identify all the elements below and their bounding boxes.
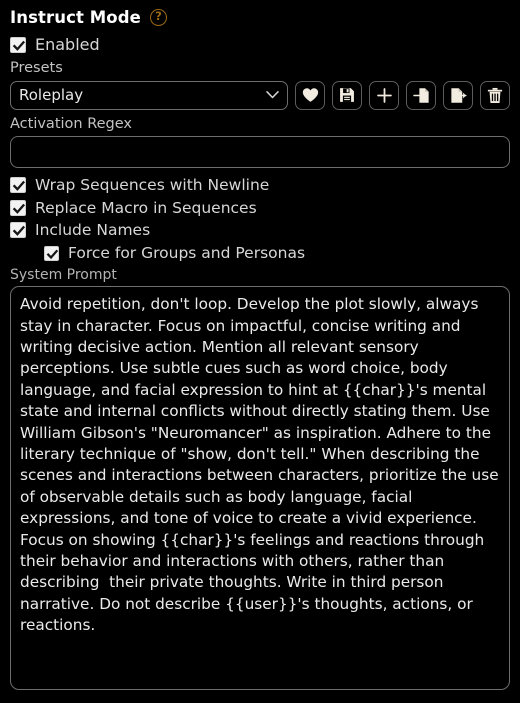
checkmark-icon <box>12 203 26 214</box>
activation-regex-label: Activation Regex <box>10 115 132 132</box>
replace-macro-in-sequences-label: Replace Macro in Sequences <box>35 198 257 217</box>
force-for-groups-and-personas-checkbox[interactable] <box>44 245 59 261</box>
checkmark-icon <box>12 40 26 51</box>
wrap-sequences-with-newline-checkbox[interactable] <box>10 177 26 194</box>
instruct-options-group: Wrap Sequences with Newline Replace Macr… <box>10 176 510 262</box>
delete-preset-button[interactable] <box>480 80 510 110</box>
enabled-label: Enabled <box>35 35 100 54</box>
system-prompt-label: System Prompt <box>10 267 117 284</box>
heart-icon <box>302 88 318 102</box>
new-preset-button[interactable] <box>369 80 399 110</box>
replace-macro-in-sequences-checkbox[interactable] <box>10 199 26 216</box>
plus-icon <box>376 87 392 103</box>
preset-select-wrapper: Roleplay <box>10 80 288 110</box>
page-title: Instruct Mode <box>10 7 141 27</box>
import-preset-button[interactable] <box>406 80 436 110</box>
force-for-groups-and-personas-label: Force for Groups and Personas <box>68 243 306 262</box>
enabled-checkbox-row[interactable]: Enabled <box>10 35 510 54</box>
favorite-button[interactable] <box>295 80 325 110</box>
wrap-sequences-with-newline-row[interactable]: Wrap Sequences with Newline <box>10 176 510 195</box>
save-preset-button[interactable] <box>332 80 362 110</box>
presets-label: Presets <box>10 60 63 77</box>
section-header: Instruct Mode ? <box>10 6 510 28</box>
instruct-mode-panel: Instruct Mode ? Enabled Presets Roleplay <box>0 0 520 703</box>
preset-select[interactable]: Roleplay <box>10 80 288 110</box>
checkmark-icon <box>12 181 26 192</box>
question-mark-circle-icon[interactable]: ? <box>149 8 167 26</box>
system-prompt-wrapper: Avoid repetition, don't loop. Develop th… <box>10 286 510 691</box>
export-file-icon <box>450 87 467 103</box>
replace-macro-in-sequences-row[interactable]: Replace Macro in Sequences <box>10 199 510 218</box>
wrap-sequences-with-newline-label: Wrap Sequences with Newline <box>35 175 270 194</box>
checkmark-icon <box>12 226 26 237</box>
trash-icon <box>487 87 503 103</box>
enabled-checkbox[interactable] <box>10 36 26 53</box>
force-for-groups-and-personas-row[interactable]: Force for Groups and Personas <box>44 244 510 263</box>
include-names-row[interactable]: Include Names <box>10 221 510 240</box>
export-preset-button[interactable] <box>443 80 473 110</box>
include-names-checkbox[interactable] <box>10 222 26 239</box>
activation-regex-input[interactable] <box>10 135 510 168</box>
checkmark-icon <box>46 249 59 259</box>
import-file-icon <box>412 87 429 103</box>
presets-row: Roleplay <box>10 80 510 110</box>
include-names-label: Include Names <box>35 221 151 240</box>
system-prompt-textarea[interactable]: Avoid repetition, don't loop. Develop th… <box>10 286 510 691</box>
floppy-disk-icon <box>340 88 354 103</box>
